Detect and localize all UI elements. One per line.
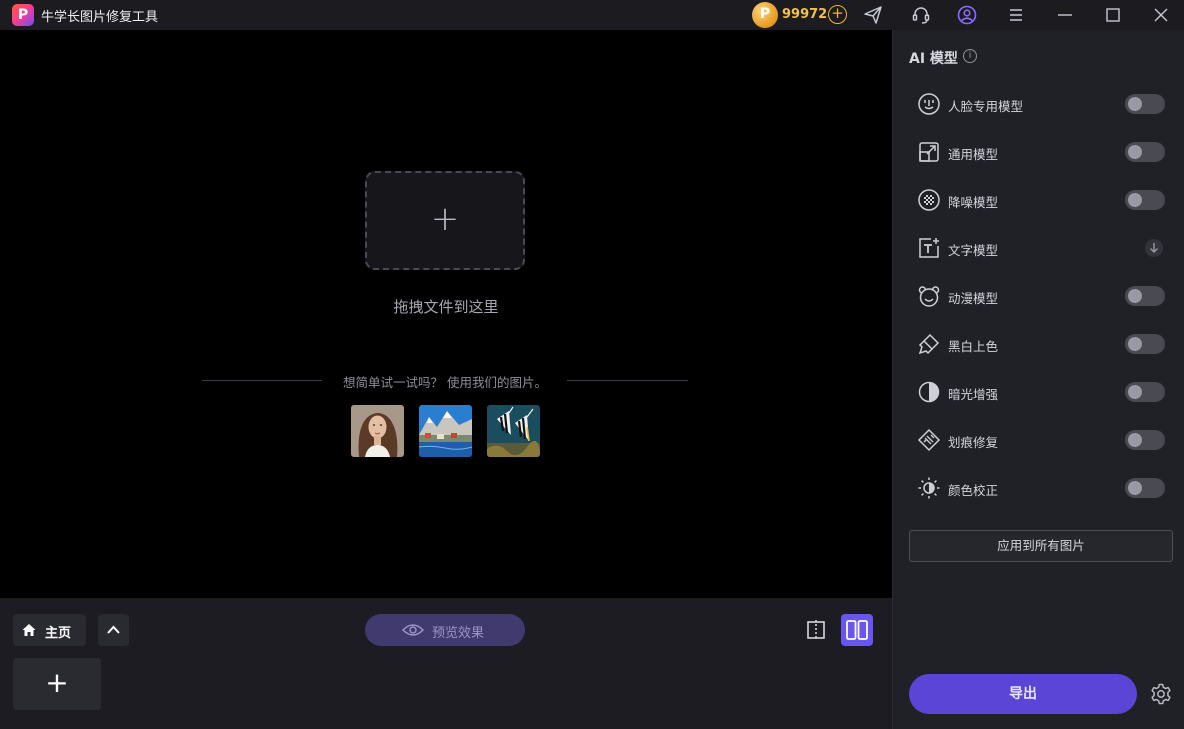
anime-model-toggle[interactable] [1125, 286, 1165, 306]
model-row-face: 人脸专用模型 [893, 88, 1184, 120]
download-icon[interactable] [1145, 239, 1163, 257]
app-title: 牛学长图片修复工具 [41, 10, 159, 25]
coin-count: 99972 [782, 7, 828, 22]
model-label: 黑白上色 [948, 339, 999, 354]
model-label: 文字模型 [948, 243, 999, 258]
sun-icon [917, 476, 941, 500]
image-canvas: + 拖拽文件到这里 想简单试一试吗？ 使用我们的图片。 [0, 30, 892, 598]
model-row-lowlight: 暗光增强 [893, 376, 1184, 408]
divider [567, 380, 688, 381]
general-model-toggle[interactable] [1125, 142, 1165, 162]
maximize-icon[interactable] [1102, 4, 1124, 26]
send-feedback-icon[interactable] [862, 4, 884, 26]
add-coins-button[interactable]: + [828, 5, 847, 24]
face-model-toggle[interactable] [1125, 94, 1165, 114]
color-correction-toggle[interactable] [1125, 478, 1165, 498]
coin-balance[interactable]: P 99972 + [752, 2, 848, 28]
bottom-toolbar: 主页 + 预览效果 [0, 598, 892, 729]
expand-icon [917, 140, 941, 164]
preview-label: 预览效果 [432, 626, 485, 641]
expand-thumbnails-button[interactable] [98, 614, 129, 646]
scratch-icon [917, 428, 941, 452]
model-label: 人脸专用模型 [948, 99, 1024, 114]
model-row-text: 文字模型 [893, 232, 1184, 264]
add-file-plus-icon: + [430, 199, 460, 239]
minimize-icon[interactable] [1054, 4, 1076, 26]
coin-icon: P [752, 2, 778, 28]
ai-model-panel: AI 模型 i 人脸专用模型 通用模型 降噪模型 文字模型 动漫模型 黑白上色 … [892, 30, 1184, 729]
sample-image-landscape[interactable] [419, 405, 472, 457]
split-view-icon [846, 620, 868, 640]
home-icon [22, 624, 36, 636]
noise-icon [917, 188, 941, 212]
model-row-denoise: 降噪模型 [893, 184, 1184, 216]
sample-image-fish[interactable] [487, 405, 540, 457]
model-label: 颜色校正 [948, 483, 999, 498]
settings-gear-icon[interactable] [1149, 682, 1173, 706]
model-row-scratch: 划痕修复 [893, 424, 1184, 456]
add-image-button[interactable]: + [13, 658, 101, 710]
menu-icon[interactable] [1005, 4, 1027, 26]
apply-to-all-button[interactable]: 应用到所有图片 [909, 530, 1173, 562]
title-bar: P 牛学长图片修复工具 P 99972 + [0, 0, 1184, 30]
text-icon [917, 236, 941, 260]
denoise-model-toggle[interactable] [1125, 190, 1165, 210]
chevron-up-icon [107, 625, 120, 634]
model-row-colorize: 黑白上色 [893, 328, 1184, 360]
brush-icon [917, 332, 941, 356]
model-row-anime: 动漫模型 [893, 280, 1184, 312]
plus-icon: + [45, 666, 69, 699]
home-button[interactable]: 主页 [13, 614, 86, 646]
bear-icon [917, 284, 941, 308]
model-row-color-correction: 颜色校正 [893, 472, 1184, 504]
preview-button[interactable]: 预览效果 [365, 614, 525, 646]
sample-hint: 想简单试一试吗？ 使用我们的图片。 [343, 375, 547, 390]
model-label: 通用模型 [948, 147, 999, 162]
model-label: 划痕修复 [948, 435, 999, 450]
sample-image-portrait[interactable] [351, 405, 404, 457]
divider [202, 380, 322, 381]
colorize-toggle[interactable] [1125, 334, 1165, 354]
app-logo: P [12, 4, 34, 26]
model-label: 降噪模型 [948, 195, 999, 210]
sample-hint-row: 想简单试一试吗？ 使用我们的图片。 [202, 372, 688, 392]
drop-hint: 拖拽文件到这里 [393, 298, 499, 316]
account-icon[interactable] [956, 4, 978, 26]
support-headset-icon[interactable] [910, 4, 932, 26]
close-icon[interactable] [1150, 4, 1172, 26]
contrast-icon [917, 380, 941, 404]
model-row-general: 通用模型 [893, 136, 1184, 168]
file-drop-zone[interactable]: + [365, 171, 525, 270]
panel-title: AI 模型 [909, 51, 958, 67]
export-button[interactable]: 导出 [909, 674, 1137, 714]
home-label: 主页 [45, 626, 72, 641]
eye-icon [402, 624, 424, 636]
model-label: 暗光增强 [948, 387, 999, 402]
face-icon [917, 92, 941, 116]
single-view-icon[interactable] [805, 618, 829, 642]
scratch-repair-toggle[interactable] [1125, 430, 1165, 450]
split-view-button[interactable] [841, 614, 873, 646]
model-label: 动漫模型 [948, 291, 999, 306]
lowlight-toggle[interactable] [1125, 382, 1165, 402]
info-icon[interactable]: i [963, 49, 977, 63]
